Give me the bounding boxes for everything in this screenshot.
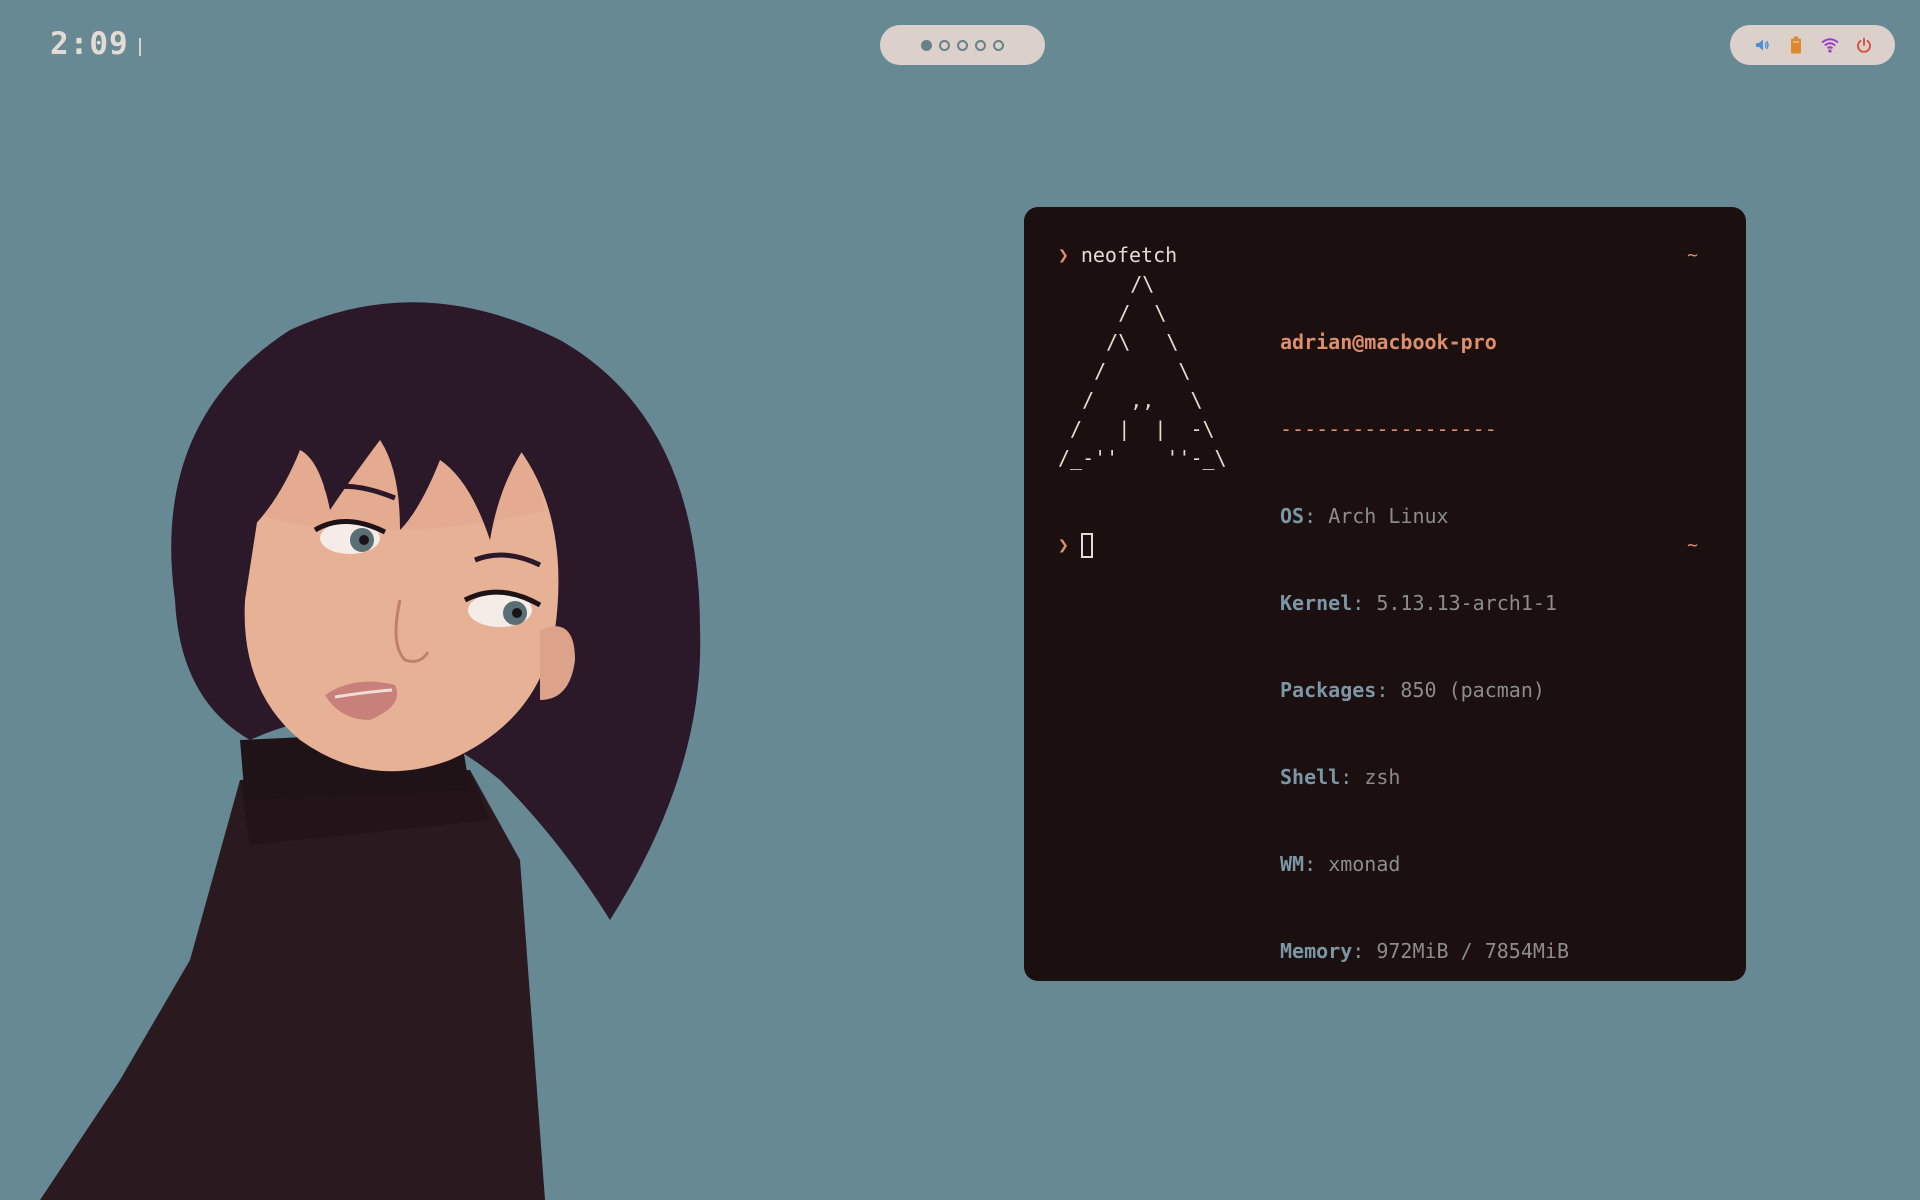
input-line[interactable]: ❯ — [1058, 533, 1093, 558]
battery-icon[interactable] — [1787, 36, 1805, 54]
workspace-2-indicator[interactable] — [939, 39, 950, 51]
clock-time: 2:09 — [50, 26, 129, 62]
text-cursor — [1080, 533, 1093, 558]
wallpaper-illustration — [40, 302, 701, 1200]
volume-icon[interactable] — [1753, 36, 1771, 54]
command-line: ❯ neofetch — [1058, 243, 1177, 267]
workspace-4-indicator[interactable] — [975, 39, 986, 51]
prompt-symbol: ❯ — [1058, 535, 1069, 556]
workspace-switcher — [880, 25, 1045, 65]
info-packages: Packages: 850 (pacman) — [1280, 678, 1545, 702]
user-host: adrian@macbook-pro — [1280, 330, 1497, 354]
terminal-window[interactable]: ❯ neofetch ~ /\ / \ /\ \ / \ / ,, \ / | … — [1024, 207, 1746, 981]
prompt-cwd: ~ — [1687, 245, 1698, 266]
info-separator: ------------------ — [1280, 417, 1497, 441]
info-shell: Shell: zsh — [1280, 765, 1401, 789]
prompt-cwd: ~ — [1687, 535, 1698, 556]
command-text: neofetch — [1080, 243, 1178, 267]
prompt-symbol: ❯ — [1058, 244, 1069, 266]
system-tray — [1730, 25, 1895, 65]
power-icon[interactable] — [1855, 36, 1873, 54]
workspace-3-indicator[interactable] — [957, 39, 968, 51]
system-info: adrian@macbook-pro ------------------ OS… — [1280, 270, 1569, 1024]
workspace-1-indicator[interactable] — [921, 39, 932, 51]
clock-cursor — [138, 38, 141, 56]
wifi-icon[interactable] — [1820, 36, 1839, 54]
clock-widget: 2:09 — [50, 26, 141, 62]
info-os: OS: Arch Linux — [1280, 504, 1449, 528]
info-wm: WM: xmonad — [1280, 852, 1401, 876]
info-memory: Memory: 972MiB / 7854MiB — [1280, 939, 1569, 963]
info-kernel: Kernel: 5.13.13-arch1-1 — [1280, 591, 1557, 615]
arch-ascii-logo: /\ / \ /\ \ / \ / ,, \ / | | -\ /_-'' ''… — [1058, 272, 1227, 470]
workspace-5-indicator[interactable] — [993, 39, 1004, 51]
